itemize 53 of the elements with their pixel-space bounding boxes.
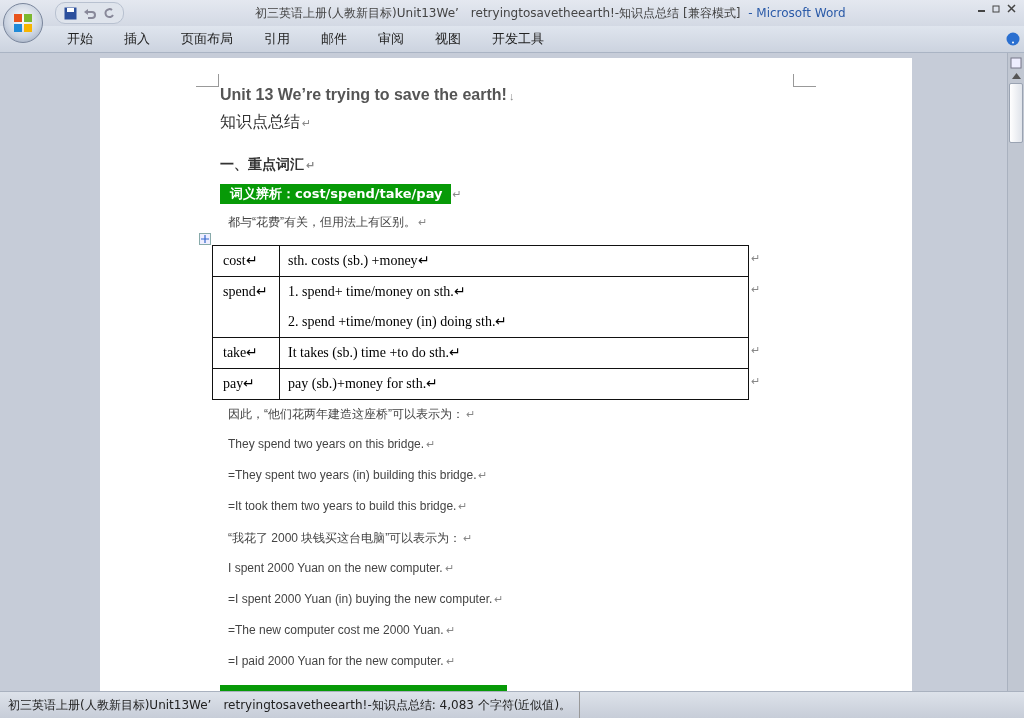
undo-icon[interactable] <box>83 6 96 20</box>
ribbon-tab[interactable]: 开发工具 <box>479 28 557 50</box>
row-end-mark: ↵ <box>751 375 760 388</box>
document-page: Unit 13 We’re trying to save the earth!↓ 知识点总结↵ 一、重点词汇↵ 词义辨析：cost/spend/take/pay ↵ 都与“花费”有关，但用法上有区别。 ↵ cost↵ sth. costs (sb.) +money↵ ↵ spend↵ 1. spend+ time/money on sth.↵ 2. spend +time/money (in) doing sth.↵ ↵ take↵ It takes (sb.) time +to do sth.↵ ↵ pay↵ pay (sb.)+money for sth.↵ ↵ 因此，“他们花两年建造这座桥”可以表示为： ↵ They spend two years on this bridge. ↵ =They spent two years (in) building this bridge. ↵ =It took them two years to build this bridge. ↵ “我花了 2000 块钱买这台电脑”可以表示为： ↵ I spent 2000 Yuan on the new computer. ↵ =I spent 2000 Yuan (in) buying the new computer. ↵ =The new computer cost me 2000 Yuan. ↵ =I paid 2000 Yuan for the new computer. ↵ <box>100 58 912 691</box>
paragraph: I spent 2000 Yuan on the new computer. ↵ <box>227 561 455 577</box>
row-end-mark: ↵ <box>751 344 760 357</box>
paragraph: =I spent 2000 Yuan (in) buying the new computer. ↵ <box>227 592 505 608</box>
paragraph: They spend two years on this bridge. ↵ <box>227 437 437 453</box>
crop-mark <box>196 74 219 87</box>
paragraph: =I paid 2000 Yuan for the new computer. ↵ <box>227 654 456 670</box>
ribbon-tab[interactable]: 页面布局 <box>168 28 246 50</box>
table-cell: take↵ <box>213 338 280 368</box>
ruler-icon <box>1010 57 1022 69</box>
office-button[interactable] <box>3 3 43 43</box>
table-cell: pay↵ <box>213 369 280 399</box>
table-cell: spend↵ <box>213 277 280 337</box>
move-handle-icon[interactable] <box>199 233 211 245</box>
ribbon-tab[interactable]: 开始 <box>54 28 106 50</box>
table-cell-text: sth. costs (sb.) +money↵ <box>288 252 431 269</box>
scroll-thumb[interactable] <box>1009 83 1023 143</box>
status-text: 初三英语上册(人教新目标)Unit13We’ retryingtosavetheearth!-知识点总结: 4,083 个字符(近似值)。 <box>0 692 581 718</box>
redo-icon[interactable] <box>102 6 115 20</box>
restore-icon[interactable] <box>992 4 1001 13</box>
ribbon-tab[interactable]: 视图 <box>422 28 474 50</box>
close-icon[interactable] <box>1007 4 1016 13</box>
office-logo-icon <box>12 12 34 34</box>
highlighted-heading: 词义辨析：cost/spend/take/pay <box>220 184 451 204</box>
table-cell-text: 2. spend +time/money (in) doing sth.↵ <box>288 313 509 330</box>
table-cell-text: pay (sb.)+money for sth.↵ <box>288 375 440 392</box>
paragraph: 都与“花费”有关，但用法上有区别。 ↵ <box>227 214 428 231</box>
table-cell-text: 1. spend+ time/money on sth.↵ <box>288 283 467 300</box>
help-icon[interactable] <box>1006 32 1020 46</box>
ribbon-tab[interactable]: 引用 <box>251 28 303 50</box>
paragraph: =The new computer cost me 2000 Yuan. ↵ <box>227 623 456 639</box>
table-cell: cost↵ <box>213 246 280 276</box>
scroll-up-icon <box>1011 73 1021 79</box>
ribbon-tab[interactable]: 邮件 <box>308 28 360 50</box>
save-icon[interactable] <box>64 6 77 20</box>
ribbon-tab[interactable]: 插入 <box>111 28 163 50</box>
row-end-mark: ↵ <box>751 283 760 296</box>
ribbon-tab[interactable]: 审阅 <box>365 28 417 50</box>
crop-mark <box>793 74 816 87</box>
document-subtitle: 知识点总结↵ <box>220 112 313 133</box>
section-heading: 一、重点词汇↵ <box>220 156 317 174</box>
window-title: 初三英语上册(人教新目标)Unit13We’ retryingtosavetheearth!-知识点总结 [兼容模式] - Microsoft Word <box>254 4 847 22</box>
paragraph: “我花了 2000 块钱买这台电脑”可以表示为： ↵ <box>227 530 474 547</box>
paragraph: 因此，“他们花两年建造这座桥”可以表示为： ↵ <box>227 406 476 423</box>
row-end-mark: ↵ <box>751 252 760 265</box>
paragraph: =They spent two years (in) building this bridge. ↵ <box>227 468 489 484</box>
paragraph: =It took them two years to build this bridge. ↵ <box>227 499 469 515</box>
table-cell-text: It takes (sb.) time +to do sth.↵ <box>288 344 463 361</box>
scrollbar[interactable] <box>1007 53 1024 691</box>
document-title: Unit 13 We’re trying to save the earth!↓ <box>220 86 516 105</box>
